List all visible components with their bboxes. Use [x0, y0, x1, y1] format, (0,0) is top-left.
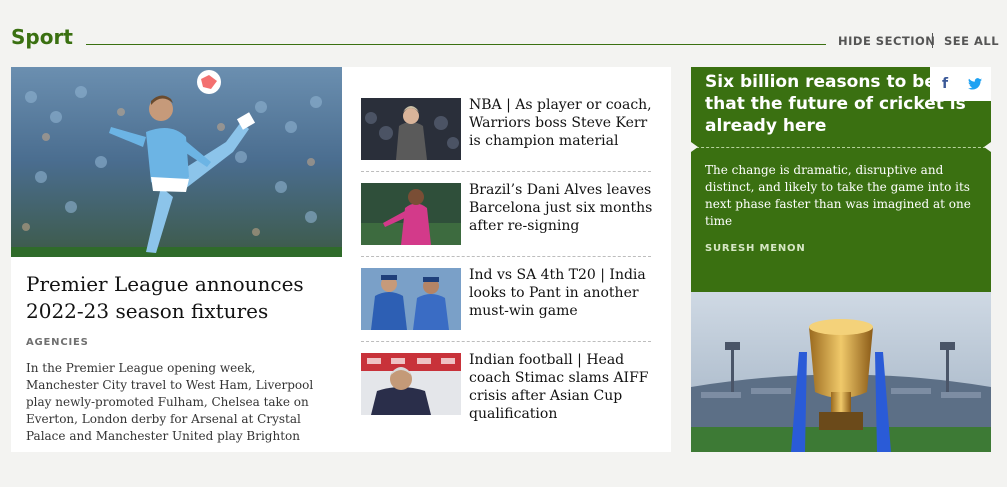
feature-standfirst: The change is dramatic, disruptive and d… [705, 163, 971, 228]
list-item[interactable]: NBA | As player or coach, Warriors boss … [361, 96, 653, 178]
share-buttons: f [930, 67, 991, 101]
notch-left [691, 142, 698, 152]
notch-right [984, 142, 991, 152]
story-thumbnail[interactable] [361, 353, 461, 415]
story-divider [361, 171, 651, 172]
lead-story-standfirst: In the Premier League opening week, Manc… [26, 361, 314, 443]
hide-section-button[interactable]: HIDE SECTION [838, 34, 935, 48]
twitter-icon[interactable] [960, 67, 990, 101]
feature-divider [691, 147, 991, 148]
story-list: NBA | As player or coach, Warriors boss … [342, 67, 671, 452]
story-thumbnail[interactable] [361, 183, 461, 245]
lead-story-card[interactable]: Premier League announces 2022-23 season … [11, 67, 342, 452]
story-headline[interactable]: Ind vs SA 4th T20 | India looks to Pant … [469, 266, 653, 320]
facebook-icon[interactable]: f [930, 67, 960, 101]
feature-image[interactable] [691, 292, 991, 452]
story-divider [361, 256, 651, 257]
header-divider [932, 33, 933, 48]
see-all-link[interactable]: SEE ALL [944, 34, 999, 48]
section-header: Sport HIDE SECTION SEE ALL [0, 0, 1007, 60]
story-headline[interactable]: Brazil’s Dani Alves leaves Barcelona jus… [469, 181, 653, 235]
story-divider [361, 341, 651, 342]
section-rule [86, 44, 826, 45]
story-thumbnail[interactable] [361, 268, 461, 330]
lead-story-byline: AGENCIES [26, 337, 89, 348]
lead-story-headline[interactable]: Premier League announces 2022-23 season … [26, 271, 326, 325]
list-item[interactable]: Ind vs SA 4th T20 | India looks to Pant … [361, 266, 653, 348]
feature-byline: SURESH MENON [705, 243, 806, 254]
story-thumbnail[interactable] [361, 98, 461, 160]
section-title[interactable]: Sport [11, 25, 73, 49]
lead-story-image[interactable] [11, 67, 342, 257]
feature-card[interactable]: Six billion reasons to believe that the … [691, 67, 991, 452]
story-headline[interactable]: Indian football | Head coach Stimac slam… [469, 351, 653, 423]
list-item[interactable]: Brazil’s Dani Alves leaves Barcelona jus… [361, 181, 653, 263]
story-headline[interactable]: NBA | As player or coach, Warriors boss … [469, 96, 653, 150]
list-item[interactable]: Indian football | Head coach Stimac slam… [361, 351, 653, 433]
